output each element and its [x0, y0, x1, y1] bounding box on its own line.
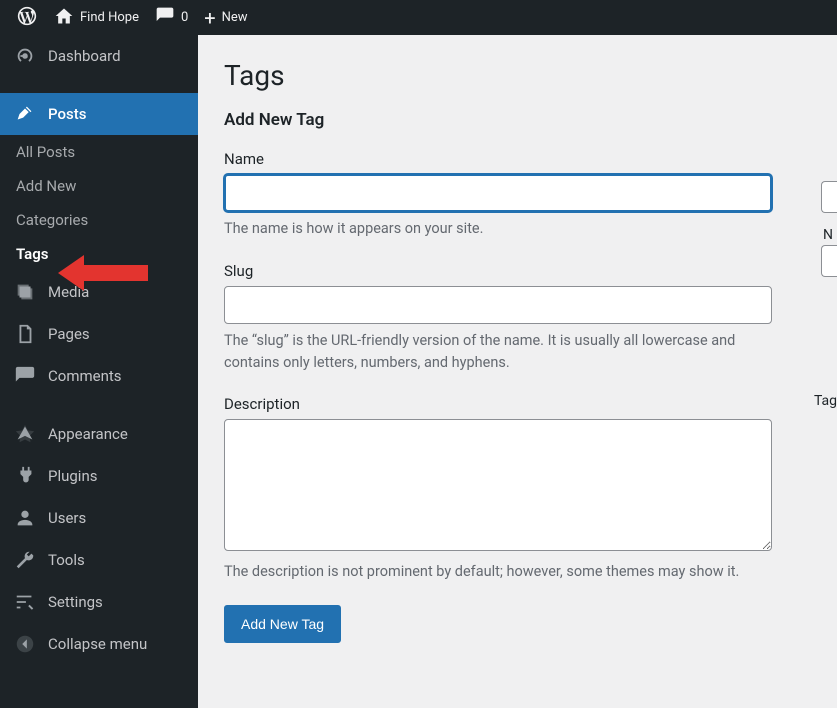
right-cropped-text: Tag — [814, 393, 837, 409]
settings-icon — [14, 591, 36, 613]
menu-label: Users — [48, 509, 86, 527]
menu-label: Settings — [48, 593, 103, 611]
tools-icon — [14, 549, 36, 571]
admin-top-bar: Find Hope 0 + New — [0, 0, 837, 35]
plugins-icon — [14, 465, 36, 487]
menu-label: Media — [48, 283, 89, 301]
slug-input[interactable] — [224, 286, 772, 324]
menu-comments[interactable]: Comments — [0, 355, 198, 397]
admin-sidebar: Dashboard Posts All Posts Add New Catego… — [0, 35, 198, 708]
pages-icon — [14, 323, 36, 345]
right-cropped-letter: N — [823, 227, 833, 243]
menu-label: Plugins — [48, 467, 97, 485]
slug-label: Slug — [224, 262, 811, 280]
description-textarea[interactable] — [224, 419, 772, 551]
menu-label: Tools — [48, 551, 85, 569]
sub-all-posts[interactable]: All Posts — [0, 135, 198, 169]
plus-icon: + — [204, 8, 215, 28]
menu-label: Comments — [48, 367, 122, 385]
page-title: Tags — [224, 59, 811, 92]
collapse-icon — [14, 633, 36, 655]
menu-posts[interactable]: Posts — [0, 93, 198, 135]
submenu-posts: All Posts Add New Categories Tags — [0, 135, 198, 271]
add-new-tag-button[interactable]: Add New Tag — [224, 605, 341, 643]
name-label: Name — [224, 150, 811, 168]
comments-count: 0 — [181, 10, 188, 25]
menu-label: Pages — [48, 325, 90, 343]
field-name: Name The name is how it appears on your … — [224, 150, 811, 240]
main-content: Tags Add New Tag Name The name is how it… — [198, 35, 837, 708]
sub-add-new[interactable]: Add New — [0, 169, 198, 203]
new-content-link[interactable]: + New — [196, 0, 255, 35]
menu-plugins[interactable]: Plugins — [0, 455, 198, 497]
site-home-link[interactable]: Find Hope — [46, 0, 147, 35]
menu-label: Posts — [48, 105, 86, 123]
right-cropped-box-1 — [821, 181, 837, 213]
menu-appearance[interactable]: Appearance — [0, 413, 198, 455]
sub-categories[interactable]: Categories — [0, 203, 198, 237]
site-name: Find Hope — [80, 10, 139, 25]
menu-settings[interactable]: Settings — [0, 581, 198, 623]
field-description: Description The description is not promi… — [224, 395, 811, 583]
field-slug: Slug The “slug” is the URL-friendly vers… — [224, 262, 811, 374]
sub-tags[interactable]: Tags — [0, 237, 198, 271]
menu-tools[interactable]: Tools — [0, 539, 198, 581]
slug-help: The “slug” is the URL-friendly version o… — [224, 330, 784, 374]
name-help: The name is how it appears on your site. — [224, 218, 784, 240]
comments-icon — [14, 365, 36, 387]
description-label: Description — [224, 395, 811, 413]
appearance-icon — [14, 423, 36, 445]
add-new-tag-heading: Add New Tag — [224, 110, 811, 130]
menu-label: Appearance — [48, 425, 128, 443]
name-input[interactable] — [224, 174, 772, 212]
menu-label: Collapse menu — [48, 635, 147, 653]
menu-pages[interactable]: Pages — [0, 313, 198, 355]
right-cropped-box-2 — [821, 245, 837, 277]
description-help: The description is not prominent by defa… — [224, 561, 784, 583]
menu-media[interactable]: Media — [0, 271, 198, 313]
collapse-menu[interactable]: Collapse menu — [0, 623, 198, 665]
home-icon — [54, 6, 74, 30]
pin-icon — [14, 103, 36, 125]
menu-users[interactable]: Users — [0, 497, 198, 539]
menu-label: Dashboard — [48, 47, 121, 65]
menu-dashboard[interactable]: Dashboard — [0, 35, 198, 77]
wp-logo[interactable] — [8, 0, 46, 35]
new-label: New — [222, 10, 248, 25]
comments-link[interactable]: 0 — [147, 0, 196, 35]
comment-icon — [155, 6, 175, 30]
media-icon — [14, 281, 36, 303]
wordpress-icon — [16, 5, 38, 31]
users-icon — [14, 507, 36, 529]
dashboard-icon — [14, 45, 36, 67]
